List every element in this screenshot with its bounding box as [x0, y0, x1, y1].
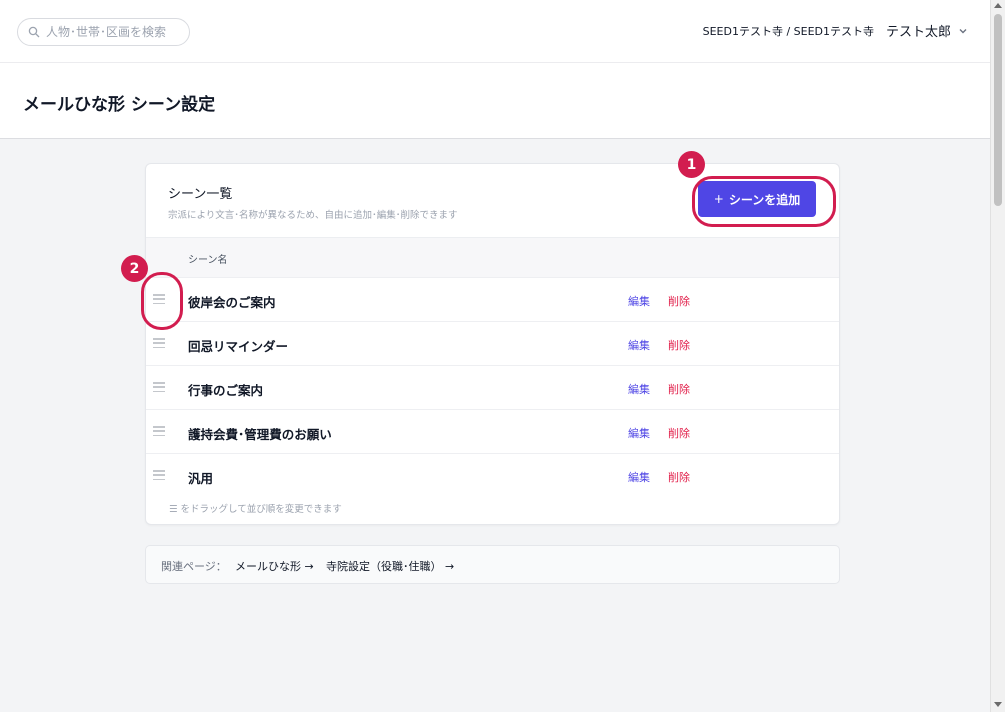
- table-row: 回忌リマインダー 編集 削除: [146, 321, 839, 365]
- scroll-up-arrow-icon[interactable]: [994, 3, 1002, 8]
- tenant-label: SEED1テスト寺 / SEED1テスト寺: [702, 25, 874, 38]
- chevron-down-icon: [959, 28, 967, 33]
- search-box[interactable]: [17, 18, 190, 46]
- scene-name: 彼岸会のご案内: [188, 295, 276, 310]
- edit-link[interactable]: 編集: [628, 381, 650, 397]
- vertical-scrollbar[interactable]: [990, 0, 1005, 712]
- related-pages: 関連ページ： メールひな形 → 寺院設定（役職･住職） →: [145, 545, 840, 584]
- drag-handle-icon[interactable]: [152, 336, 166, 350]
- edit-link[interactable]: 編集: [628, 293, 650, 309]
- scene-name: 行事のご案内: [188, 383, 264, 398]
- edit-link[interactable]: 編集: [628, 425, 650, 441]
- related-label: 関連ページ：: [161, 560, 227, 573]
- page-title: メールひな形 シーン設定: [23, 95, 216, 115]
- delete-link[interactable]: 削除: [668, 425, 690, 441]
- delete-link[interactable]: 削除: [668, 381, 690, 397]
- edit-link[interactable]: 編集: [628, 469, 650, 485]
- scene-list-card: シーン一覧 宗派により文言･名称が異なるため、自由に追加･編集･削除できます +…: [145, 163, 840, 525]
- drag-handle-icon[interactable]: [152, 380, 166, 394]
- card-subtitle: 宗派により文言･名称が異なるため、自由に追加･編集･削除できます: [168, 210, 458, 221]
- table-row: 汎用 編集 削除: [146, 453, 839, 497]
- scene-name: 回忌リマインダー: [188, 339, 289, 354]
- annotation-number: 2: [129, 260, 140, 277]
- related-link-mail-templates[interactable]: メールひな形 →: [235, 558, 314, 574]
- related-link-temple-settings[interactable]: 寺院設定（役職･住職） →: [326, 558, 454, 574]
- add-scene-button[interactable]: + シーンを追加: [698, 181, 816, 217]
- table-row: 護持会費･管理費のお願い 編集 削除: [146, 409, 839, 453]
- card-title: シーン一覧: [168, 187, 233, 202]
- search-icon: [28, 26, 40, 38]
- scene-name: 護持会費･管理費のお願い: [188, 427, 332, 442]
- annotation-marker-1: 1: [678, 151, 705, 178]
- edit-link[interactable]: 編集: [628, 337, 650, 353]
- annotation-marker-2: 2: [121, 255, 148, 282]
- delete-link[interactable]: 削除: [668, 337, 690, 353]
- user-name: テスト太郎: [886, 25, 952, 40]
- user-menu[interactable]: テスト太郎: [886, 21, 968, 40]
- table-row: 彼岸会のご案内 編集 削除: [146, 277, 839, 321]
- drag-handle-icon[interactable]: [152, 292, 166, 306]
- table-row: 行事のご案内 編集 削除: [146, 365, 839, 409]
- table-header: シーン名: [146, 237, 839, 277]
- drag-handle-icon[interactable]: [152, 424, 166, 438]
- plus-icon: +: [713, 192, 724, 206]
- top-bar: SEED1テスト寺 / SEED1テスト寺 テスト太郎: [0, 0, 990, 63]
- delete-link[interactable]: 削除: [668, 293, 690, 309]
- delete-link[interactable]: 削除: [668, 469, 690, 485]
- add-scene-label: シーンを追加: [728, 192, 801, 207]
- page-header: メールひな形 シーン設定: [0, 63, 990, 139]
- scrollbar-thumb[interactable]: [994, 14, 1002, 206]
- scroll-down-arrow-icon[interactable]: [994, 702, 1002, 707]
- annotation-number: 1: [686, 156, 697, 173]
- drag-hint: ☰ をドラッグして並び順を変更できます: [169, 504, 342, 515]
- search-input[interactable]: [46, 25, 186, 39]
- scene-name: 汎用: [188, 471, 214, 486]
- drag-handle-icon[interactable]: [152, 468, 166, 482]
- column-header-scene-name: シーン名: [188, 255, 228, 266]
